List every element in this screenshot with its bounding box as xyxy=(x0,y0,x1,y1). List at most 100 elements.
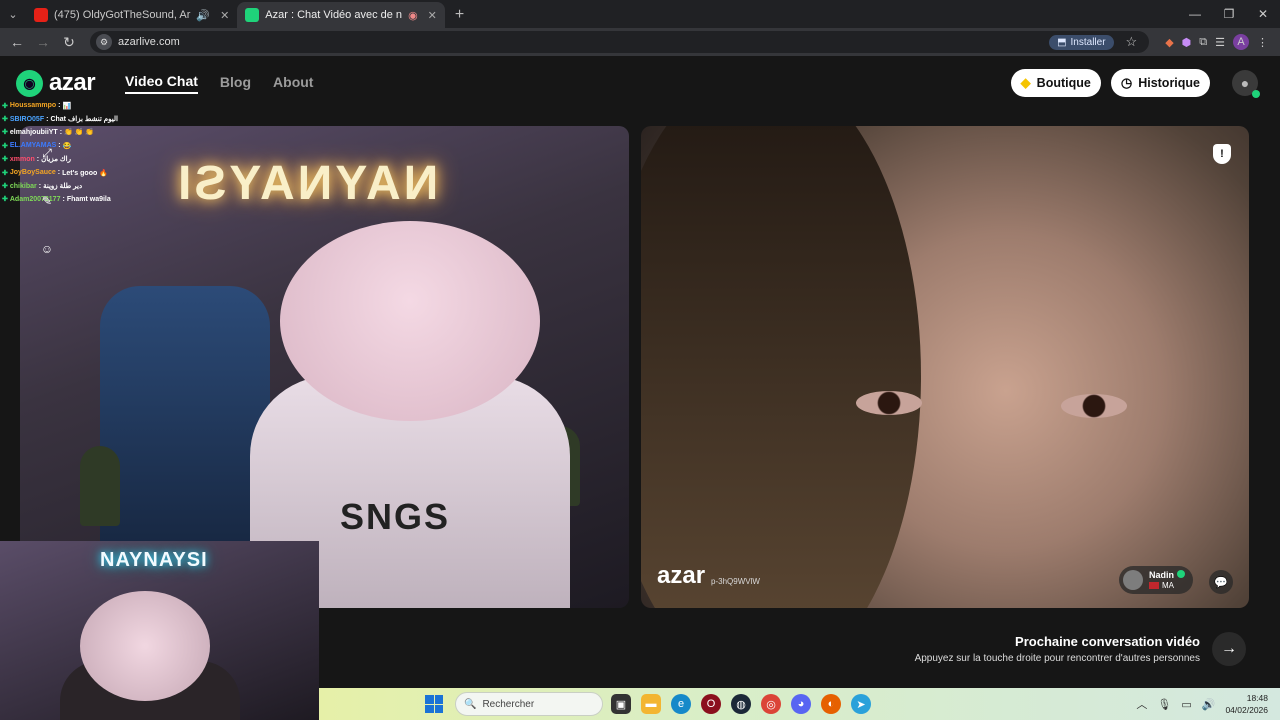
file-explorer-icon[interactable]: ▬ xyxy=(641,694,661,714)
new-tab-button[interactable]: + xyxy=(445,2,474,28)
webcam-head xyxy=(80,591,210,701)
chat-message: ✚ EL.AMYAMAS : 😂 xyxy=(2,139,202,152)
taskbar-search[interactable]: 🔍 Rechercher xyxy=(455,692,603,716)
chat-bubble-icon[interactable]: 💬 xyxy=(1209,570,1233,594)
expand-icon[interactable]: ⤢ xyxy=(36,142,58,164)
chat-message: ✚ chikibar : دير طلة زوينة xyxy=(2,179,202,192)
chat-separator: : xyxy=(62,195,65,203)
chat-message: ✚ SBIRO05F : Chat اليوم تنشط بزاف xyxy=(2,112,202,125)
window-controls: — ❐ ✕ xyxy=(1178,0,1280,28)
stream-chat-overlay: ✚ Houssammpo : 📊 ✚ SBIRO05F : Chat اليوم تن… xyxy=(2,99,202,206)
chat-separator: : xyxy=(59,128,63,136)
forward-arrow-icon[interactable]: → xyxy=(32,31,54,53)
nav-actions: ◆ Boutique ◷ Historique ● xyxy=(1010,69,1260,98)
chat-plus-icon: ✚ xyxy=(2,183,8,191)
next-arrow-button[interactable]: → xyxy=(1212,632,1246,666)
smiley-icon[interactable]: ☺ xyxy=(36,238,58,260)
chat-text: Fhamt wa9ila xyxy=(66,195,111,203)
edge-icon[interactable]: e xyxy=(671,694,691,714)
history-button[interactable]: ◷ Historique xyxy=(1110,69,1210,97)
close-window-icon[interactable]: ✕ xyxy=(1246,0,1280,28)
chat-plus-icon: ✚ xyxy=(2,169,8,177)
restore-icon[interactable]: ❐ xyxy=(1212,0,1246,28)
nav-link-about[interactable]: About xyxy=(273,74,313,93)
site-info-icon[interactable]: ⚙ xyxy=(96,34,112,50)
minimize-icon[interactable]: — xyxy=(1178,0,1212,28)
chevron-up-icon[interactable]: ︿ xyxy=(1136,696,1147,712)
chat-separator: : xyxy=(46,115,49,123)
chat-plus-icon: ✚ xyxy=(2,102,8,110)
microphone-icon[interactable]: 🎙 xyxy=(1157,698,1171,711)
verified-icon xyxy=(1177,570,1185,578)
webcam-overlay: NAYNAYSI xyxy=(0,541,319,720)
speaker-icon[interactable]: 🔊 xyxy=(196,9,210,22)
install-label: Installer xyxy=(1070,36,1106,48)
tab-youtube[interactable]: (475) OldyGotTheSound, Ar 🔊 ✕ xyxy=(26,2,237,28)
online-dot xyxy=(1252,90,1260,98)
partner-eye-right xyxy=(1061,394,1127,418)
nav-link-blog[interactable]: Blog xyxy=(220,74,251,93)
extension-fox-icon[interactable]: ◆ xyxy=(1165,36,1173,49)
extensions-puzzle-icon[interactable]: ⧉ xyxy=(1199,36,1207,49)
profile-avatar[interactable]: A xyxy=(1233,34,1249,50)
history-label: Historique xyxy=(1138,76,1200,90)
telegram-icon[interactable]: ➤ xyxy=(851,694,871,714)
nav-links: Video Chat Blog About xyxy=(125,73,313,94)
chat-text: 📊 xyxy=(62,102,72,110)
discord-icon[interactable]: ◕ xyxy=(791,694,811,714)
user-avatar[interactable]: ● xyxy=(1232,70,1260,98)
chat-separator: : xyxy=(58,142,61,150)
opera-icon[interactable]: O xyxy=(701,694,721,714)
nav-link-video-chat[interactable]: Video Chat xyxy=(125,73,198,94)
extension-shield-icon[interactable]: ⬢ xyxy=(1182,36,1192,49)
tab-search-icon[interactable]: ⌄ xyxy=(0,0,26,28)
network-icon[interactable]: ▭ xyxy=(1181,698,1191,711)
volume-icon[interactable]: 🔊 xyxy=(1202,698,1216,711)
install-app-button[interactable]: ⬒ Installer xyxy=(1049,34,1114,50)
extensions-area: ◆ ⬢ ⧉ ☰ A ⋮ xyxy=(1159,34,1274,50)
brand-name: azar xyxy=(49,69,96,96)
streamer-head xyxy=(280,221,540,421)
plant-left xyxy=(80,446,120,526)
watermark-brand: azar xyxy=(657,562,706,589)
close-tab-icon[interactable]: ✕ xyxy=(428,9,437,22)
chat-message: ✚ JoyBoySauce : Let's gooo 🔥 xyxy=(2,166,202,179)
chat-plus-icon: ✚ xyxy=(2,116,8,124)
partner-video-panel: ! azar p-3hQ9WVlW Nadin MA 💬 xyxy=(641,126,1249,608)
chat-username: SBIRO05F xyxy=(9,115,45,123)
search-placeholder: Rechercher xyxy=(482,698,535,710)
url-text[interactable]: azarlive.com xyxy=(118,36,180,48)
webcam-neon-sign: NAYNAYSI xyxy=(100,549,208,571)
windows-start-icon[interactable] xyxy=(425,695,443,713)
magic-wand-icon[interactable]: ✎ xyxy=(36,190,58,212)
chat-message: ✚ Adam20072177 : Fhamt wa9ila xyxy=(2,193,202,206)
azar-logo[interactable]: ◉ azar xyxy=(16,69,96,97)
next-title: Prochaine conversation vidéo xyxy=(1015,634,1200,649)
bookmark-star-icon[interactable]: ☆ xyxy=(1120,34,1144,50)
address-bar[interactable]: ⚙ azarlive.com ⬒ Installer ☆ xyxy=(90,31,1150,53)
partner-info-chip[interactable]: Nadin MA xyxy=(1118,566,1193,594)
chrome-icon[interactable]: ◎ xyxy=(761,694,781,714)
chat-plus-icon: ✚ xyxy=(2,129,8,137)
user-icon: ● xyxy=(1240,75,1250,91)
chat-plus-icon: ✚ xyxy=(2,156,8,164)
task-view-icon[interactable]: ▣ xyxy=(611,694,631,714)
shop-button[interactable]: ◆ Boutique xyxy=(1010,69,1101,97)
menu-dots-icon[interactable]: ⋮ xyxy=(1257,36,1268,49)
gaming-chair xyxy=(100,286,270,566)
reading-list-icon[interactable]: ☰ xyxy=(1215,36,1225,49)
steam-icon[interactable]: ◍ xyxy=(731,694,751,714)
tab-azar[interactable]: Azar : Chat Vidéo avec de n ◉ ✕ xyxy=(237,2,445,28)
install-icon: ⬒ xyxy=(1057,36,1067,48)
back-arrow-icon[interactable]: ← xyxy=(6,31,28,53)
close-tab-icon[interactable]: ✕ xyxy=(220,9,229,22)
neon-sign: NAYNAYSI xyxy=(175,157,439,210)
report-shield-icon[interactable]: ! xyxy=(1213,144,1231,164)
firefox-icon[interactable]: ◐ xyxy=(821,694,841,714)
shop-label: Boutique xyxy=(1036,76,1091,90)
gem-icon: ◆ xyxy=(1020,75,1031,90)
chat-text: 😂 xyxy=(62,142,72,150)
partner-name: Nadin xyxy=(1148,570,1174,580)
reload-icon[interactable]: ↻ xyxy=(58,31,80,53)
clock[interactable]: 18:48 04/02/2026 xyxy=(1225,692,1268,716)
